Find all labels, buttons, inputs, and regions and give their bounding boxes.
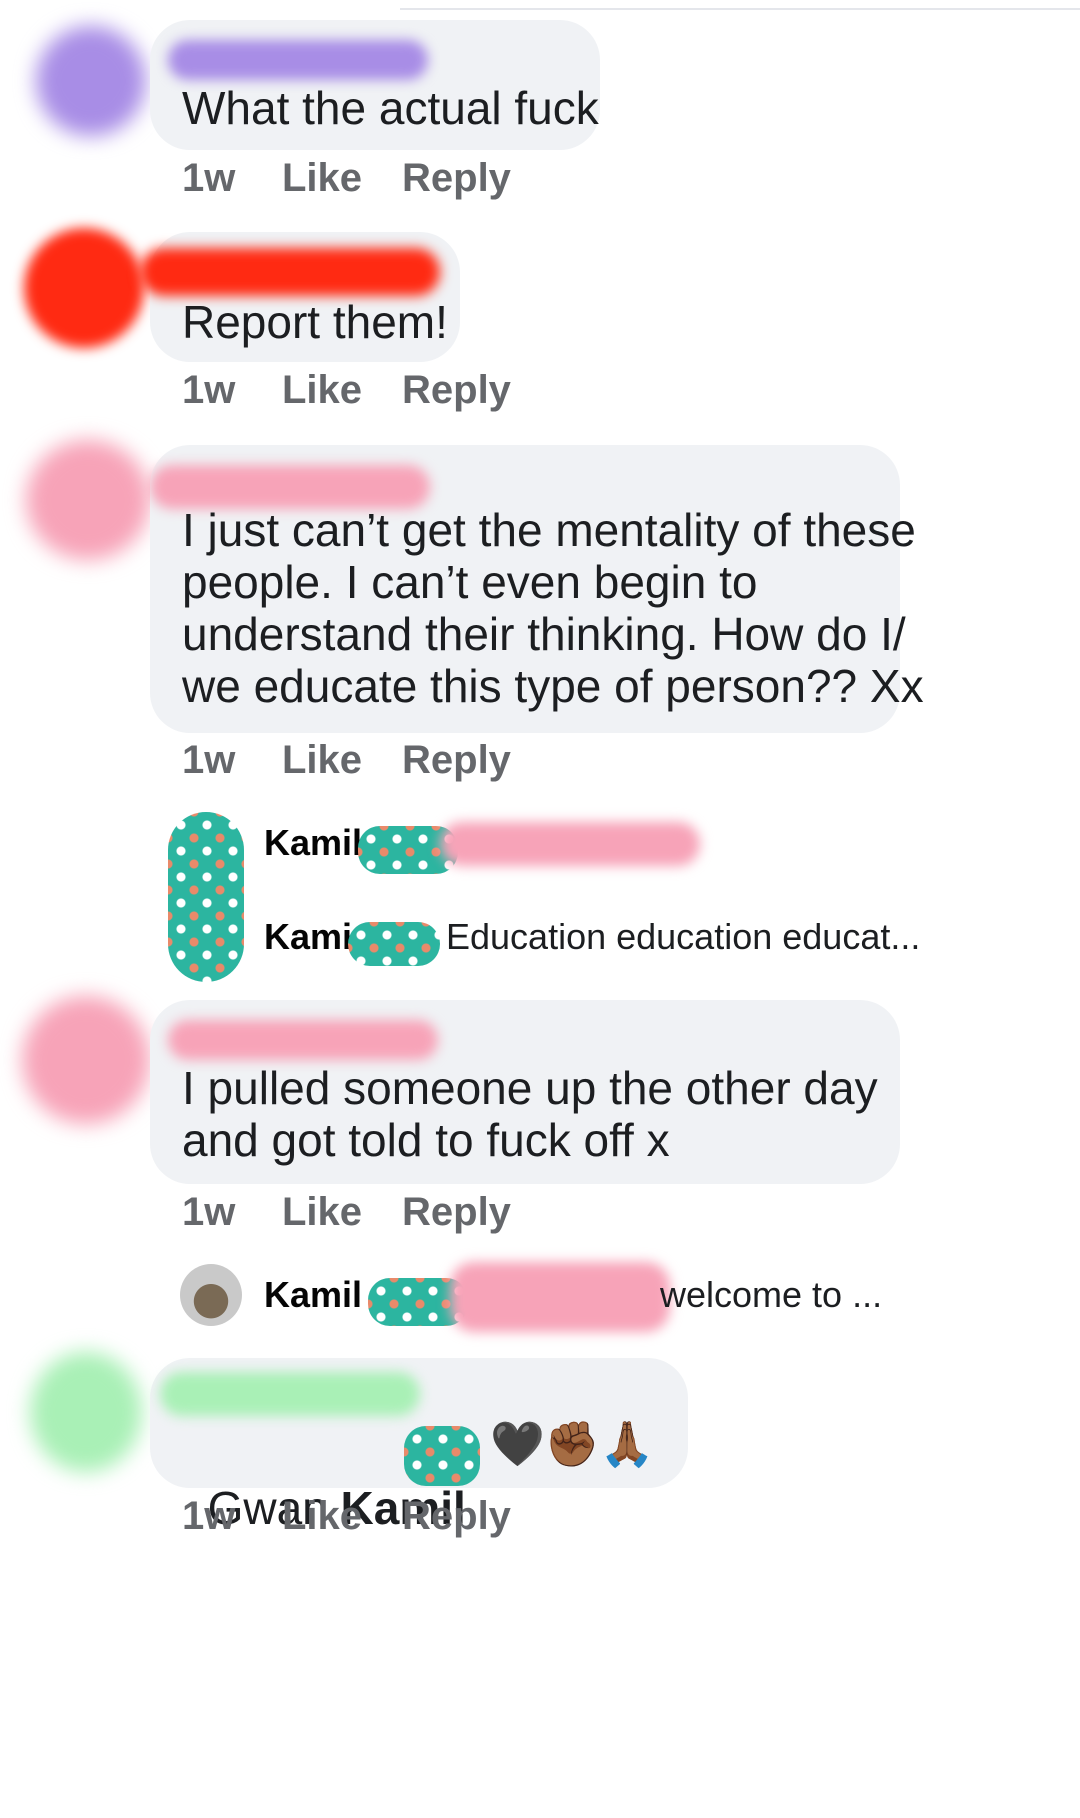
comment-text: What the actual fuck xyxy=(182,82,599,134)
avatar-sticker-redacted xyxy=(168,812,244,982)
author-name-redacted xyxy=(150,465,430,509)
emoji-group: 🖤✊🏾🙏🏾 xyxy=(490,1420,655,1469)
top-divider xyxy=(400,8,1080,10)
reply-author-name: Kami xyxy=(264,916,353,957)
name-smear-redacted xyxy=(450,1262,670,1332)
author-name-redacted xyxy=(168,40,428,80)
author-name-redacted xyxy=(168,1020,438,1060)
reply-link[interactable]: Reply xyxy=(402,156,511,201)
reply-link[interactable]: Reply xyxy=(402,738,511,783)
comment-text: I pulled someone up the other day and go… xyxy=(182,1062,878,1166)
like-link[interactable]: Like xyxy=(282,738,362,783)
name-sticker-redacted xyxy=(404,1426,480,1486)
reply-preview[interactable]: Kamil xyxy=(264,1274,362,1316)
comment-text: Report them! xyxy=(182,296,448,348)
reply-preview[interactable]: Kamil xyxy=(264,822,362,864)
avatar[interactable] xyxy=(36,26,146,136)
comment-text: I just can’t get the mentality of these … xyxy=(182,504,924,712)
comment-time: 1w xyxy=(182,156,236,200)
comment-time: 1w xyxy=(182,1494,236,1538)
reply-avatar[interactable] xyxy=(180,1264,242,1326)
avatar[interactable] xyxy=(26,440,150,560)
avatar[interactable] xyxy=(30,1352,142,1472)
like-link[interactable]: Like xyxy=(282,368,362,413)
reply-link[interactable]: Reply xyxy=(402,1190,511,1235)
reply-snippet-row: welcome to ... xyxy=(660,1274,882,1316)
avatar[interactable] xyxy=(24,228,144,348)
name-smear-redacted xyxy=(440,822,700,866)
avatar[interactable] xyxy=(22,996,150,1124)
name-sticker-redacted xyxy=(348,922,440,966)
reply-snippet: welcome to ... xyxy=(660,1274,883,1315)
reply-author-name: Kamil xyxy=(264,1274,363,1315)
comment-time: 1w xyxy=(182,1190,236,1234)
comment-time: 1w xyxy=(182,738,236,782)
comment-time: 1w xyxy=(182,368,236,412)
author-name-redacted xyxy=(140,248,440,296)
reply-preview[interactable]: Kami xyxy=(264,916,352,958)
reply-author-name: Kamil xyxy=(264,822,363,863)
reply-snippet-row: Education education educat... xyxy=(446,916,920,958)
like-link[interactable]: Like xyxy=(282,1190,362,1235)
reply-snippet: Education education educat... xyxy=(446,916,921,957)
like-link[interactable]: Like xyxy=(282,156,362,201)
like-link[interactable]: Like xyxy=(282,1494,362,1539)
reply-link[interactable]: Reply xyxy=(402,368,511,413)
reply-link[interactable]: Reply xyxy=(402,1494,511,1539)
author-name-redacted xyxy=(160,1372,420,1416)
